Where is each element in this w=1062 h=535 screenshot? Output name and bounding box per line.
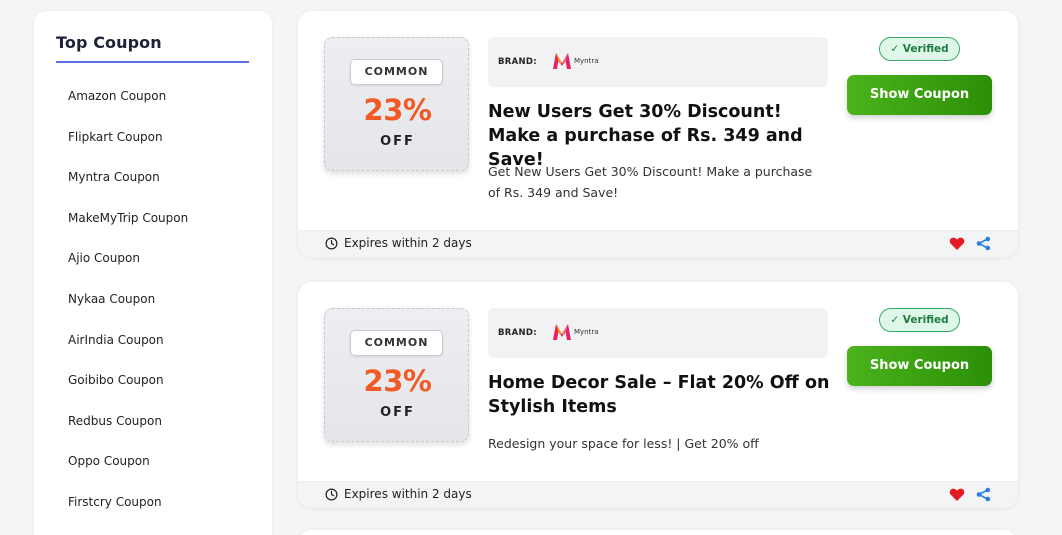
sidebar-item-ajio[interactable]: Ajio Coupon <box>68 247 188 288</box>
discount-off-label: OFF <box>380 405 415 420</box>
brand-label: BRAND: <box>498 328 537 338</box>
myntra-logo-icon <box>553 53 571 69</box>
myntra-logo-icon <box>553 324 571 340</box>
show-coupon-button[interactable]: Show Coupon <box>847 346 992 386</box>
brand-box: BRAND: Myntra <box>488 37 828 87</box>
sidebar-title-underline <box>56 61 249 63</box>
discount-value: 23% <box>363 93 432 127</box>
sidebar-item-flipkart[interactable]: Flipkart Coupon <box>68 126 188 167</box>
coupon-card-partial <box>298 530 1018 535</box>
sidebar-item-amazon[interactable]: Amazon Coupon <box>68 85 188 126</box>
coupon-type-tag: COMMON <box>350 330 443 356</box>
show-coupon-button[interactable]: Show Coupon <box>847 75 992 115</box>
discount-value: 23% <box>363 364 432 398</box>
brand-label: BRAND: <box>498 57 537 67</box>
offer-description: Redesign your space for less! | Get 20% … <box>488 436 759 451</box>
card-footer: Expires within 2 days <box>298 481 1018 508</box>
sidebar-item-myntra[interactable]: Myntra Coupon <box>68 166 188 207</box>
offer-description: Get New Users Get 30% Discount! Make a p… <box>488 164 813 200</box>
expiry-text: Expires within 2 days <box>344 236 472 250</box>
sidebar-item-firstcry[interactable]: Firstcry Coupon <box>68 491 188 532</box>
sidebar-item-oppo[interactable]: Oppo Coupon <box>68 450 188 491</box>
share-icon[interactable] <box>976 487 991 502</box>
discount-box: COMMON 23% OFF <box>324 37 469 171</box>
sidebar-item-nykaa[interactable]: Nykaa Coupon <box>68 288 188 329</box>
sidebar-title: Top Coupon <box>56 33 162 52</box>
card-footer: Expires within 2 days <box>298 230 1018 257</box>
share-icon[interactable] <box>976 236 991 251</box>
clock-icon <box>325 488 338 501</box>
coupon-type-tag: COMMON <box>350 59 443 85</box>
top-coupon-sidebar: Top Coupon Amazon Coupon Flipkart Coupon… <box>34 11 272 535</box>
brand-name: Myntra <box>574 57 599 65</box>
sidebar-item-goibibo[interactable]: Goibibo Coupon <box>68 369 188 410</box>
sidebar-item-airindia[interactable]: AirIndia Coupon <box>68 329 188 370</box>
expiry-text: Expires within 2 days <box>344 487 472 501</box>
sidebar-list: Amazon Coupon Flipkart Coupon Myntra Cou… <box>68 85 188 532</box>
brand-box: BRAND: Myntra <box>488 308 828 358</box>
offer-title: Home Decor Sale – Flat 20% Off on Stylis… <box>488 373 830 417</box>
coupon-card: COMMON 23% OFF BRAND: Myntra New Users G… <box>298 11 1018 257</box>
discount-box: COMMON 23% OFF <box>324 308 469 442</box>
coupon-card: COMMON 23% OFF BRAND: Myntra Home Decor … <box>298 282 1018 508</box>
discount-off-label: OFF <box>380 134 415 149</box>
heart-icon[interactable] <box>949 236 965 251</box>
heart-icon[interactable] <box>949 487 965 502</box>
clock-icon <box>325 237 338 250</box>
verified-badge: ✓ Verified <box>879 37 960 61</box>
sidebar-item-makemytrip[interactable]: MakeMyTrip Coupon <box>68 207 188 248</box>
sidebar-item-redbus[interactable]: Redbus Coupon <box>68 410 188 451</box>
verified-badge: ✓ Verified <box>879 308 960 332</box>
brand-name: Myntra <box>574 328 599 336</box>
